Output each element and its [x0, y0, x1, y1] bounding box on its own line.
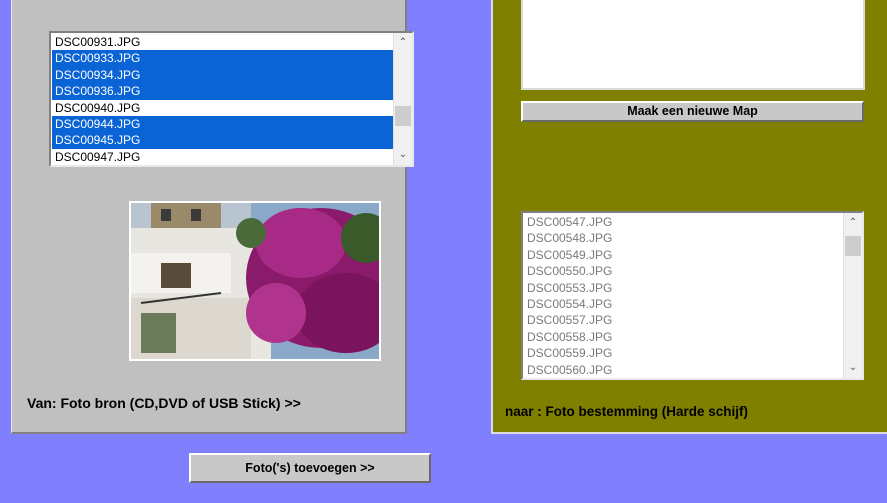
- source-caption: Van: Foto bron (CD,DVD of USB Stick) >>: [27, 395, 301, 411]
- destination-file-item[interactable]: DSC00550.JPG: [524, 263, 843, 279]
- scroll-up-arrow-icon[interactable]: ⌃: [844, 215, 862, 231]
- source-file-item[interactable]: DSC00931.JPG: [52, 34, 393, 50]
- source-file-item[interactable]: DSC00940.JPG: [52, 100, 393, 116]
- scroll-up-arrow-icon[interactable]: ⌃: [394, 35, 412, 51]
- photo-preview-image: [131, 203, 379, 359]
- destination-list-scrollbar[interactable]: ⌃ ⌄: [843, 213, 862, 378]
- source-file-item[interactable]: DSC00936.JPG: [52, 83, 393, 100]
- scroll-down-arrow-icon[interactable]: ⌄: [394, 147, 412, 163]
- source-list-scrollbar[interactable]: ⌃ ⌄: [393, 33, 412, 165]
- scroll-down-arrow-icon[interactable]: ⌄: [844, 360, 862, 376]
- destination-file-items: DSC00547.JPG DSC00548.JPG DSC00549.JPG DSC0…: [524, 214, 843, 378]
- destination-file-list[interactable]: DSC00547.JPG DSC00548.JPG DSC00549.JPG DSC0…: [521, 211, 864, 380]
- destination-file-item[interactable]: DSC00559.JPG: [524, 345, 843, 361]
- source-file-item[interactable]: DSC00934.JPG: [52, 66, 393, 84]
- destination-file-item[interactable]: DSC00548.JPG: [524, 230, 843, 246]
- source-file-item[interactable]: DSC00947.JPG: [52, 149, 393, 165]
- scroll-thumb[interactable]: [395, 106, 411, 126]
- destination-file-item[interactable]: DSC00558.JPG: [524, 329, 843, 345]
- destination-file-item[interactable]: DSC00549.JPG: [524, 247, 843, 263]
- source-file-item[interactable]: DSC00933.JPG: [52, 50, 393, 67]
- new-folder-button[interactable]: Maak een nieuwe Map: [521, 101, 864, 122]
- destination-file-item[interactable]: DSC00554.JPG: [524, 296, 843, 312]
- scroll-thumb[interactable]: [845, 236, 861, 256]
- destination-file-item[interactable]: DSC00560.JPG: [524, 362, 843, 378]
- destination-file-item[interactable]: DSC00547.JPG: [524, 214, 843, 230]
- source-file-items: DSC00931.JPG DSC00933.JPG DSC00934.JPG DSC0…: [52, 34, 393, 165]
- destination-caption: naar : Foto bestemming (Harde schijf): [505, 404, 749, 419]
- destination-file-item[interactable]: DSC00557.JPG: [524, 312, 843, 328]
- photo-preview: [129, 201, 381, 361]
- folder-tree-box[interactable]: [521, 0, 865, 90]
- source-file-list[interactable]: DSC00931.JPG DSC00933.JPG DSC00934.JPG DSC0…: [49, 31, 414, 167]
- source-file-item[interactable]: DSC00944.JPG: [52, 115, 393, 133]
- source-file-item[interactable]: DSC00945.JPG: [52, 132, 393, 149]
- source-panel: DSC00931.JPG DSC00933.JPG DSC00934.JPG DSC0…: [11, 0, 414, 434]
- add-photos-button[interactable]: Foto('s) toevoegen >>: [189, 453, 431, 483]
- destination-file-item[interactable]: DSC00553.JPG: [524, 280, 843, 296]
